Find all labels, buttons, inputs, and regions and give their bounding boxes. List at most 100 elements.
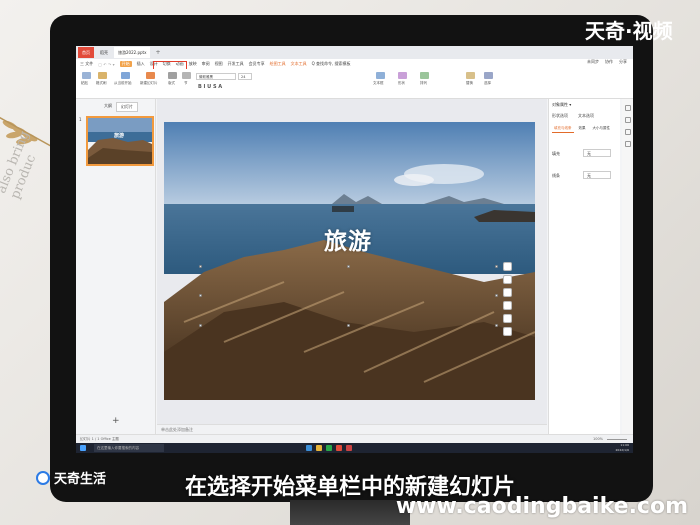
selection-handle[interactable]: [199, 324, 202, 327]
textbox-label: 文本框: [373, 81, 384, 85]
section-label: 节: [184, 81, 188, 85]
windows-start-icon[interactable]: [80, 445, 86, 451]
properties-subtabs: 填充与线条 效果 大小与属性: [552, 125, 612, 133]
command-search[interactable]: Q 查找命令, 搜索模板: [312, 61, 351, 67]
slide-title[interactable]: 旅游: [324, 222, 372, 256]
tab-document[interactable]: 旅游2022.pptx: [114, 47, 151, 58]
folder-icon[interactable]: [316, 445, 322, 451]
side-icon-bar: [622, 99, 633, 434]
selection-handle[interactable]: [495, 265, 498, 268]
slide-status: 幻灯片 1 / 1 Office 主题: [80, 437, 119, 441]
font-size-select[interactable]: 24: [238, 73, 252, 80]
menu-right: 未同步 协作 分享: [587, 59, 627, 65]
font-style-buttons[interactable]: B I U S A: [198, 84, 222, 90]
menu-view[interactable]: 视图: [215, 61, 223, 67]
new-slide-icon[interactable]: [146, 72, 155, 79]
quick-tools-icon[interactable]: ▢ ↶ ↷ ▾: [98, 62, 114, 67]
taskbar-search[interactable]: 在这里输入你要搜索的内容: [94, 444, 164, 452]
share-button[interactable]: 分享: [619, 59, 627, 65]
zoom-icon[interactable]: [503, 275, 512, 284]
edge-icon[interactable]: [306, 445, 312, 451]
shape-icon[interactable]: [398, 72, 407, 79]
subtab-size[interactable]: 大小与属性: [591, 125, 613, 133]
sync-status[interactable]: 未同步: [587, 59, 599, 65]
menu-start[interactable]: 开始: [119, 61, 132, 67]
floating-toolbar: [503, 262, 513, 336]
clock-date: 2022/1/6: [615, 447, 629, 452]
fill-select[interactable]: 无: [583, 149, 611, 157]
replace-icon[interactable]: [466, 72, 475, 79]
format-painter-icon[interactable]: [98, 72, 107, 79]
menu-bar: 三 文件 ▢ ↶ ↷ ▾ 开始 插入 设计 切换 动画 放映 审阅 视图 开发工…: [76, 59, 633, 71]
notes-area[interactable]: 单击此处添加备注: [157, 424, 547, 434]
new-tab-button[interactable]: +: [152, 49, 163, 56]
screen: 首页 稻壳 旅游2022.pptx + 三 文件 ▢ ↶ ↷ ▾ 开始 插入 设…: [76, 46, 633, 453]
slide-panel: 大纲 幻灯片 1 旅游 +: [76, 99, 156, 434]
slide-canvas[interactable]: 旅游: [164, 122, 535, 400]
tab-docer[interactable]: 稻壳: [96, 47, 112, 58]
copy-icon[interactable]: [503, 314, 512, 323]
menu-developer[interactable]: 开发工具: [228, 61, 244, 67]
fill-label: 填充: [552, 151, 560, 156]
fill-icon[interactable]: [503, 301, 512, 310]
menu-slideshow[interactable]: 放映: [189, 61, 197, 67]
zoom-level[interactable]: 100%: [593, 435, 603, 443]
tab-shape-options[interactable]: 形状选项: [552, 113, 568, 119]
subtab-effects[interactable]: 效果: [577, 125, 588, 133]
animation-icon[interactable]: [624, 117, 631, 123]
subtab-fill-line[interactable]: 填充与线条: [552, 125, 574, 133]
arrange-icon[interactable]: [420, 72, 429, 79]
zoom-slider[interactable]: [607, 439, 627, 440]
menu-text-tools[interactable]: 文本工具: [291, 61, 307, 67]
line-label: 线条: [552, 173, 560, 178]
paste-icon[interactable]: [82, 72, 91, 79]
collab-button[interactable]: 协作: [605, 59, 613, 65]
select-icon[interactable]: [484, 72, 493, 79]
layer-icon[interactable]: [503, 262, 512, 271]
properties-title: 对象属性 ▾: [552, 102, 572, 107]
transition-icon[interactable]: [624, 129, 631, 135]
tab-bar: 首页 稻壳 旅游2022.pptx +: [76, 46, 633, 59]
format-painter-label: 格式刷: [96, 81, 107, 85]
selection-handle[interactable]: [495, 294, 498, 297]
site-url: www.caodingbaike.com: [395, 494, 688, 519]
selection-handle[interactable]: [495, 324, 498, 327]
selection-handle[interactable]: [347, 265, 350, 268]
layout-icon[interactable]: [168, 72, 177, 79]
slide-thumbnail[interactable]: 旅游: [86, 116, 154, 166]
windows-taskbar: 在这里输入你要搜索的内容 11:06 2022/1/6: [76, 443, 633, 453]
line-select[interactable]: 无: [583, 171, 611, 179]
menu-member[interactable]: 会员专享: [249, 61, 265, 67]
add-slide-button[interactable]: +: [112, 416, 120, 426]
thumbnail-image: [88, 118, 152, 164]
shape-label: 形状: [398, 81, 405, 85]
properties-icon[interactable]: [624, 105, 631, 111]
select-label: 选择: [484, 81, 491, 85]
wps-icon[interactable]: [336, 445, 342, 451]
selection-handle[interactable]: [199, 265, 202, 268]
tab-slides[interactable]: 幻灯片: [116, 102, 138, 112]
menu-insert[interactable]: 插入: [137, 61, 145, 67]
wechat-icon[interactable]: [326, 445, 332, 451]
menu-file[interactable]: 三 文件: [80, 61, 93, 67]
tab-text-options[interactable]: 文本选项: [578, 113, 594, 119]
monitor-stand: [290, 500, 410, 525]
menu-review[interactable]: 审阅: [202, 61, 210, 67]
settings-icon[interactable]: [624, 141, 631, 147]
arrange-label: 排列: [420, 81, 427, 85]
section-icon[interactable]: [182, 72, 191, 79]
tab-outline[interactable]: 大纲: [100, 102, 116, 110]
more-icon[interactable]: [503, 327, 512, 336]
selection-handle[interactable]: [347, 324, 350, 327]
new-slide-label: 新建幻灯片: [140, 81, 158, 85]
selection-handle[interactable]: [199, 294, 202, 297]
slide-number: 1: [79, 117, 82, 122]
paste-label: 粘贴: [81, 81, 88, 85]
menu-drawing-tools[interactable]: 绘图工具: [270, 61, 286, 67]
textbox-icon[interactable]: [376, 72, 385, 79]
pen-icon[interactable]: [503, 288, 512, 297]
font-name-select[interactable]: 微软雅黑: [196, 73, 236, 80]
tab-home[interactable]: 首页: [78, 47, 94, 58]
play-from-current-icon[interactable]: [121, 72, 130, 79]
app-icon[interactable]: [346, 445, 352, 451]
